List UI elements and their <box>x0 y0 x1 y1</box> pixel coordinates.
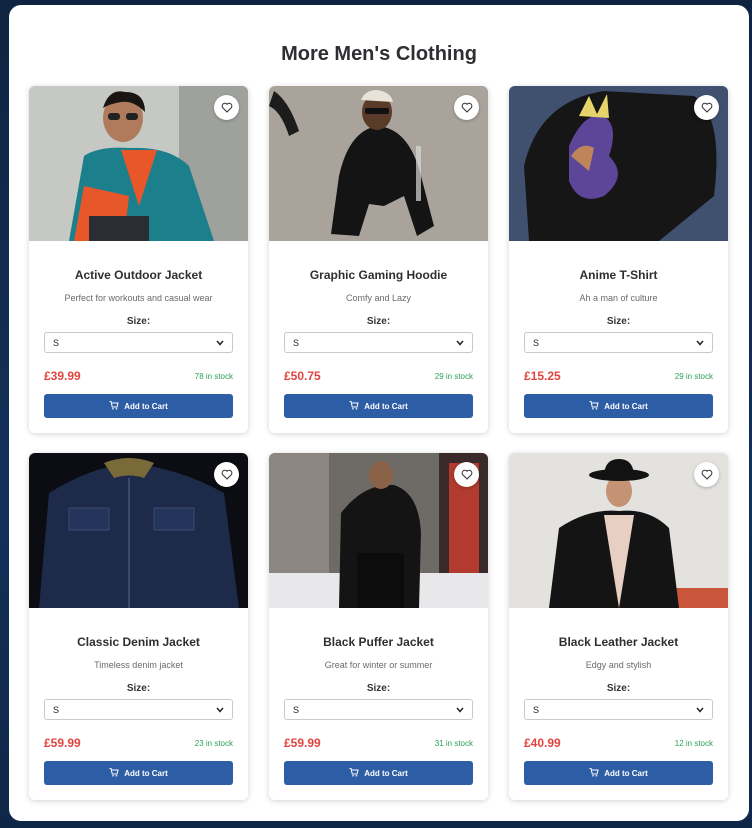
cart-icon <box>109 400 119 412</box>
heart-icon[interactable] <box>454 462 479 487</box>
product-image[interactable] <box>269 86 488 241</box>
add-to-cart-label: Add to Cart <box>604 768 648 778</box>
size-select-value: S <box>293 337 300 348</box>
product-name: Graphic Gaming Hoodie <box>309 268 448 282</box>
stock-status: 23 in stock <box>194 739 233 748</box>
section-title: More Men's Clothing <box>281 43 477 65</box>
chevron-down-icon <box>696 338 704 348</box>
heart-icon[interactable] <box>454 95 479 120</box>
product-price: £15.25 <box>524 369 561 383</box>
cart-icon <box>349 400 359 412</box>
size-label: Size: <box>366 683 391 694</box>
product-price: £59.99 <box>44 736 81 750</box>
product-card: Graphic Gaming Hoodie Comfy and Lazy Siz… <box>269 86 488 433</box>
size-label: Size: <box>126 316 151 327</box>
product-name: Black Leather Jacket <box>558 635 679 649</box>
product-card: Black Leather Jacket Edgy and stylish Si… <box>509 453 728 800</box>
size-label: Size: <box>366 316 391 327</box>
cart-icon <box>109 767 119 779</box>
size-select-value: S <box>533 337 540 348</box>
product-price: £40.99 <box>524 736 561 750</box>
product-description: Great for winter or summer <box>324 660 433 670</box>
chevron-down-icon <box>216 338 224 348</box>
size-label: Size: <box>606 683 631 694</box>
heart-icon[interactable] <box>694 462 719 487</box>
product-description: Edgy and stylish <box>585 660 652 670</box>
size-select-value: S <box>533 704 540 715</box>
product-card: Anime T-Shirt Ah a man of culture Size: … <box>509 86 728 433</box>
product-description: Timeless denim jacket <box>94 660 183 670</box>
product-price: £39.99 <box>44 369 81 383</box>
stock-status: 29 in stock <box>674 372 713 381</box>
chevron-down-icon <box>456 705 464 715</box>
add-to-cart-button[interactable]: Add to Cart <box>44 394 233 418</box>
add-to-cart-label: Add to Cart <box>604 401 648 411</box>
product-image[interactable] <box>269 453 488 608</box>
add-to-cart-label: Add to Cart <box>364 401 408 411</box>
add-to-cart-label: Add to Cart <box>364 768 408 778</box>
add-to-cart-button[interactable]: Add to Cart <box>524 394 713 418</box>
add-to-cart-button[interactable]: Add to Cart <box>284 394 473 418</box>
product-description: Ah a man of culture <box>579 293 658 303</box>
product-name: Black Puffer Jacket <box>323 635 434 649</box>
product-card: Classic Denim Jacket Timeless denim jack… <box>29 453 248 800</box>
add-to-cart-button[interactable]: Add to Cart <box>284 761 473 785</box>
heart-icon[interactable] <box>214 95 239 120</box>
product-image[interactable] <box>509 453 728 608</box>
product-card: Active Outdoor Jacket Perfect for workou… <box>29 86 248 433</box>
size-select[interactable]: S <box>524 699 713 720</box>
product-description: Comfy and Lazy <box>345 293 412 303</box>
size-select[interactable]: S <box>284 332 473 353</box>
stock-status: 12 in stock <box>674 739 713 748</box>
heart-icon[interactable] <box>214 462 239 487</box>
stock-status: 78 in stock <box>194 372 233 381</box>
size-select[interactable]: S <box>44 332 233 353</box>
product-name: Anime T-Shirt <box>579 268 658 282</box>
stock-status: 29 in stock <box>434 372 473 381</box>
heart-icon[interactable] <box>694 95 719 120</box>
add-to-cart-button[interactable]: Add to Cart <box>44 761 233 785</box>
add-to-cart-label: Add to Cart <box>124 401 168 411</box>
size-select[interactable]: S <box>284 699 473 720</box>
size-label: Size: <box>126 683 151 694</box>
chevron-down-icon <box>456 338 464 348</box>
size-select-value: S <box>293 704 300 715</box>
size-select[interactable]: S <box>524 332 713 353</box>
stock-status: 31 in stock <box>434 739 473 748</box>
size-label: Size: <box>606 316 631 327</box>
cart-icon <box>349 767 359 779</box>
product-image[interactable] <box>29 86 248 241</box>
product-image[interactable] <box>29 453 248 608</box>
add-to-cart-label: Add to Cart <box>124 768 168 778</box>
size-select-value: S <box>53 337 60 348</box>
chevron-down-icon <box>696 705 704 715</box>
product-grid: Active Outdoor Jacket Perfect for workou… <box>29 86 728 800</box>
product-price: £59.99 <box>284 736 321 750</box>
product-card: Black Puffer Jacket Great for winter or … <box>269 453 488 800</box>
chevron-down-icon <box>216 705 224 715</box>
content-panel: More Men's Clothing Active Outdoor Jacke… <box>9 5 749 821</box>
add-to-cart-button[interactable]: Add to Cart <box>524 761 713 785</box>
product-image[interactable] <box>509 86 728 241</box>
cart-icon <box>589 767 599 779</box>
product-price: £50.75 <box>284 369 321 383</box>
product-name: Active Outdoor Jacket <box>74 268 203 282</box>
product-description: Perfect for workouts and casual wear <box>64 293 213 303</box>
product-name: Classic Denim Jacket <box>77 635 200 649</box>
cart-icon <box>589 400 599 412</box>
size-select[interactable]: S <box>44 699 233 720</box>
size-select-value: S <box>53 704 60 715</box>
